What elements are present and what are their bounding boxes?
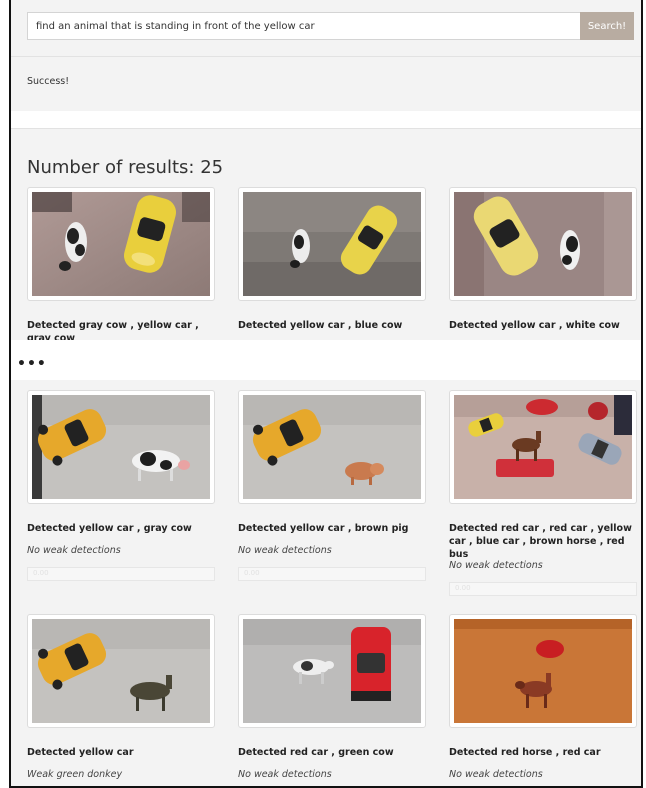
result-image <box>454 619 632 723</box>
result-thumbnail[interactable] <box>238 614 426 728</box>
section-separator <box>11 111 641 128</box>
weak-detections-note: No weak detections <box>238 545 332 556</box>
results-count-heading: Number of results: 25 <box>27 157 224 178</box>
score-value: 0.00 <box>244 569 260 577</box>
result-image <box>243 619 421 723</box>
result-thumbnail[interactable] <box>449 614 637 728</box>
result-title: Detected yellow car , gray cow <box>27 523 192 534</box>
result-title: Detected yellow car , blue cow <box>238 320 403 331</box>
weak-detections-note: No weak detections <box>449 560 543 571</box>
search-bar: Search! <box>27 12 634 40</box>
result-image <box>32 192 210 296</box>
result-thumbnail[interactable] <box>27 390 215 504</box>
omission-band <box>11 340 641 380</box>
result-image <box>32 619 210 723</box>
score-bar: 0.00 <box>238 567 426 581</box>
result-thumbnail[interactable] <box>449 390 637 504</box>
result-title: Detected red car , green cow <box>238 747 394 758</box>
result-thumbnail[interactable] <box>238 187 426 301</box>
result-image <box>32 395 210 499</box>
status-message: Success! <box>27 76 70 87</box>
omission-ellipsis: ••• <box>17 356 47 372</box>
weak-detections-note: No weak detections <box>27 545 121 556</box>
search-button[interactable]: Search! <box>580 12 634 40</box>
result-image <box>243 192 421 296</box>
result-title: Detected yellow car <box>27 747 134 758</box>
divider <box>11 128 641 129</box>
search-input[interactable] <box>27 12 580 40</box>
score-bar: 0.00 <box>449 582 637 596</box>
result-thumbnail[interactable] <box>449 187 637 301</box>
result-thumbnail[interactable] <box>27 187 215 301</box>
score-value: 0.00 <box>455 584 471 592</box>
app-frame: Search! Success! Number of results: 25 <box>9 0 643 788</box>
weak-detections-note: Weak green donkey <box>27 769 123 780</box>
result-title: Detected red horse , red car <box>449 747 601 758</box>
result-title: Detected yellow car , white cow <box>449 320 620 331</box>
weak-detections-note: No weak detections <box>238 769 332 780</box>
result-thumbnail[interactable] <box>27 614 215 728</box>
result-image <box>454 395 632 499</box>
result-image <box>454 192 632 296</box>
weak-detections-note: No weak detections <box>449 769 543 780</box>
score-value: 0.00 <box>33 569 49 577</box>
result-title: Detected yellow car , brown pig <box>238 523 409 534</box>
result-title: Detected red car , red car , yellow car … <box>449 523 632 560</box>
result-thumbnail[interactable] <box>238 390 426 504</box>
score-bar: 0.00 <box>27 567 215 581</box>
divider <box>11 56 641 57</box>
result-image <box>243 395 421 499</box>
